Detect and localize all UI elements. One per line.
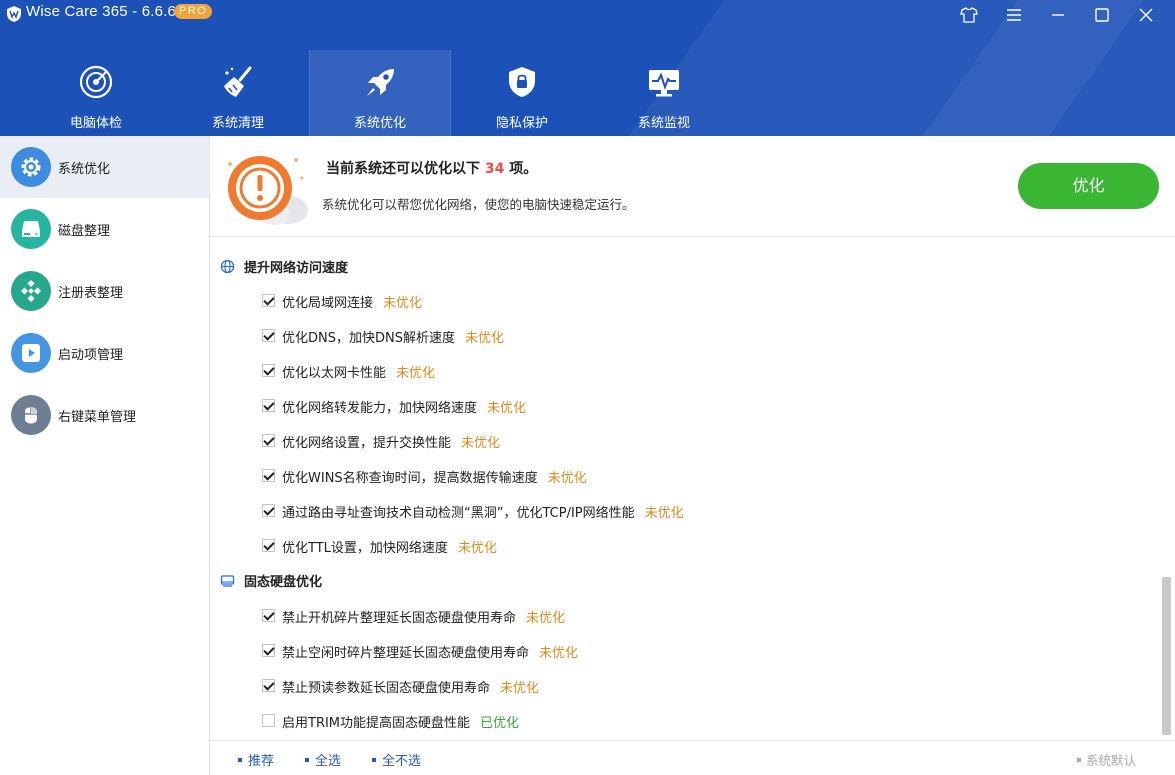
sidebar-item-context-menu[interactable]: 右键菜单管理 — [0, 384, 209, 446]
nav-item-system-clean[interactable]: 系统清理 — [167, 50, 309, 136]
item-checkbox[interactable] — [262, 364, 275, 377]
footer-bar: 推荐 全选 全不选 系统默认 — [210, 740, 1175, 775]
shirt-icon[interactable] — [957, 4, 981, 26]
broom-icon — [224, 66, 252, 97]
ssd-icon — [220, 575, 235, 587]
mouse-icon — [11, 395, 51, 435]
main-nav: 电脑体检 系统清理 系统优化 隐私保护 系统监视 — [25, 50, 735, 136]
registry-icon — [11, 271, 51, 311]
nav-label: 系统优化 — [353, 116, 406, 131]
monitor-pulse-icon — [649, 70, 679, 97]
summary-description: 系统优化可以帮您优化网络，使您的电脑快速稳定运行。 — [322, 197, 635, 212]
item-checkbox[interactable] — [262, 644, 275, 657]
section-title: 固态硬盘优化 — [244, 575, 323, 590]
globe-icon — [220, 259, 235, 274]
item-status: 未优化 — [396, 366, 436, 381]
item-label: 优化局域网连接 — [282, 296, 374, 311]
sidebar-item-registry-clean[interactable]: 注册表整理 — [0, 260, 209, 322]
title-bar[interactable]: Wise Care 365 - 6.6.6 PRO — [0, 0, 1175, 30]
select-none-link[interactable]: 全不选 — [372, 750, 421, 769]
item-checkbox[interactable] — [262, 434, 275, 447]
list-scrollbar[interactable] — [1162, 577, 1171, 735]
app-header: Wise Care 365 - 6.6.6 PRO 电脑体检 系统清理 系统优化… — [0, 0, 1175, 136]
sidebar-item-label: 启动项管理 — [58, 348, 124, 363]
item-checkbox[interactable] — [262, 504, 275, 517]
close-icon[interactable] — [1134, 4, 1158, 26]
item-status: 未优化 — [644, 506, 684, 521]
play-icon — [11, 333, 51, 373]
rocket-icon — [367, 69, 394, 96]
item-label: 优化DNS，加快DNS解析速度 — [282, 331, 455, 346]
sidebar: 系统优化 磁盘整理 注册表整理 启动项管理 右键菜单管理 — [0, 136, 210, 775]
item-checkbox[interactable] — [262, 329, 275, 342]
item-checkbox[interactable] — [262, 714, 275, 727]
optimize-count: 34 — [484, 161, 505, 177]
item-status: 未优化 — [457, 541, 497, 556]
sidebar-item-label: 注册表整理 — [58, 286, 124, 301]
item-label: 优化WINS名称查询时间，提高数据传输速度 — [282, 471, 538, 486]
item-label: 通过路由寻址查询技术自动检测“黑洞”，优化TCP/IP网络性能 — [282, 506, 635, 521]
item-checkbox[interactable] — [262, 539, 275, 552]
nav-item-system-optimize[interactable]: 系统优化 — [309, 50, 451, 136]
nav-item-pc-checkup[interactable]: 电脑体检 — [25, 50, 167, 136]
item-status: 未优化 — [547, 471, 587, 486]
maximize-icon[interactable] — [1090, 4, 1114, 26]
recommend-link[interactable]: 推荐 — [238, 750, 274, 769]
item-checkbox[interactable] — [262, 399, 275, 412]
radar-icon — [79, 65, 113, 99]
item-checkbox[interactable] — [262, 469, 275, 482]
optimize-summary: 当前系统还可以优化以下 34 项。 系统优化可以帮您优化网络，使您的电脑快速稳定… — [210, 136, 1175, 237]
item-label: 优化TTL设置，加快网络速度 — [282, 541, 448, 556]
item-status: 已优化 — [480, 716, 520, 731]
gear-icon — [11, 147, 51, 187]
sidebar-item-startup-manager[interactable]: 启动项管理 — [0, 322, 209, 384]
sidebar-item-system-optimize[interactable]: 系统优化 — [0, 136, 209, 198]
optimize-list: 提升网络访问速度 优化局域网连接 未优化 优化DNS，加快DNS解析速度 未优化 优… — [210, 238, 1175, 739]
pro-badge: PRO — [174, 4, 213, 19]
app-title: Wise Care 365 - 6.6.6 — [26, 3, 177, 20]
sidebar-item-label: 磁盘整理 — [58, 224, 111, 239]
item-status: 未优化 — [383, 296, 423, 311]
summary-title: 当前系统还可以优化以下 34 项。 — [326, 161, 538, 177]
warning-icon — [228, 156, 308, 225]
nav-label: 系统监视 — [637, 116, 690, 131]
system-default-link[interactable]: 系统默认 — [1077, 750, 1136, 769]
nav-item-system-monitor[interactable]: 系统监视 — [593, 50, 735, 136]
item-label: 禁止开机碎片整理延长固态硬盘使用寿命 — [282, 611, 517, 626]
item-checkbox[interactable] — [262, 294, 275, 307]
item-checkbox[interactable] — [262, 679, 275, 692]
item-label: 禁止空闲时碎片整理延长固态硬盘使用寿命 — [282, 646, 530, 661]
nav-label: 隐私保护 — [495, 116, 548, 131]
optimize-button[interactable]: 优化 — [1018, 163, 1159, 209]
sidebar-item-label: 系统优化 — [58, 162, 111, 177]
sidebar-item-disk-defrag[interactable]: 磁盘整理 — [0, 198, 209, 260]
nav-label: 电脑体检 — [69, 116, 122, 131]
nav-label: 系统清理 — [211, 116, 264, 131]
select-all-link[interactable]: 全选 — [305, 750, 341, 769]
item-status: 未优化 — [500, 681, 540, 696]
menu-icon[interactable] — [1002, 4, 1026, 26]
nav-item-privacy[interactable]: 隐私保护 — [451, 50, 593, 136]
item-label: 启用TRIM功能提高固态硬盘性能 — [282, 716, 471, 731]
app-logo-icon — [7, 6, 21, 22]
section-title: 提升网络访问速度 — [244, 261, 349, 276]
item-label: 优化网络转发能力，加快网络速度 — [282, 401, 478, 416]
sidebar-item-label: 右键菜单管理 — [58, 410, 137, 425]
item-label: 优化网络设置，提升交换性能 — [282, 436, 452, 451]
minimize-icon[interactable] — [1046, 4, 1070, 26]
item-label: 禁止预读参数延长固态硬盘使用寿命 — [282, 681, 491, 696]
item-label: 优化以太网卡性能 — [282, 366, 387, 381]
item-status: 未优化 — [487, 401, 527, 416]
item-status: 未优化 — [539, 646, 579, 661]
item-status: 未优化 — [526, 611, 566, 626]
disk-icon — [11, 209, 51, 249]
item-checkbox[interactable] — [262, 609, 275, 622]
item-status: 未优化 — [461, 436, 501, 451]
shield-lock-icon — [509, 67, 535, 97]
item-status: 未优化 — [464, 331, 504, 346]
